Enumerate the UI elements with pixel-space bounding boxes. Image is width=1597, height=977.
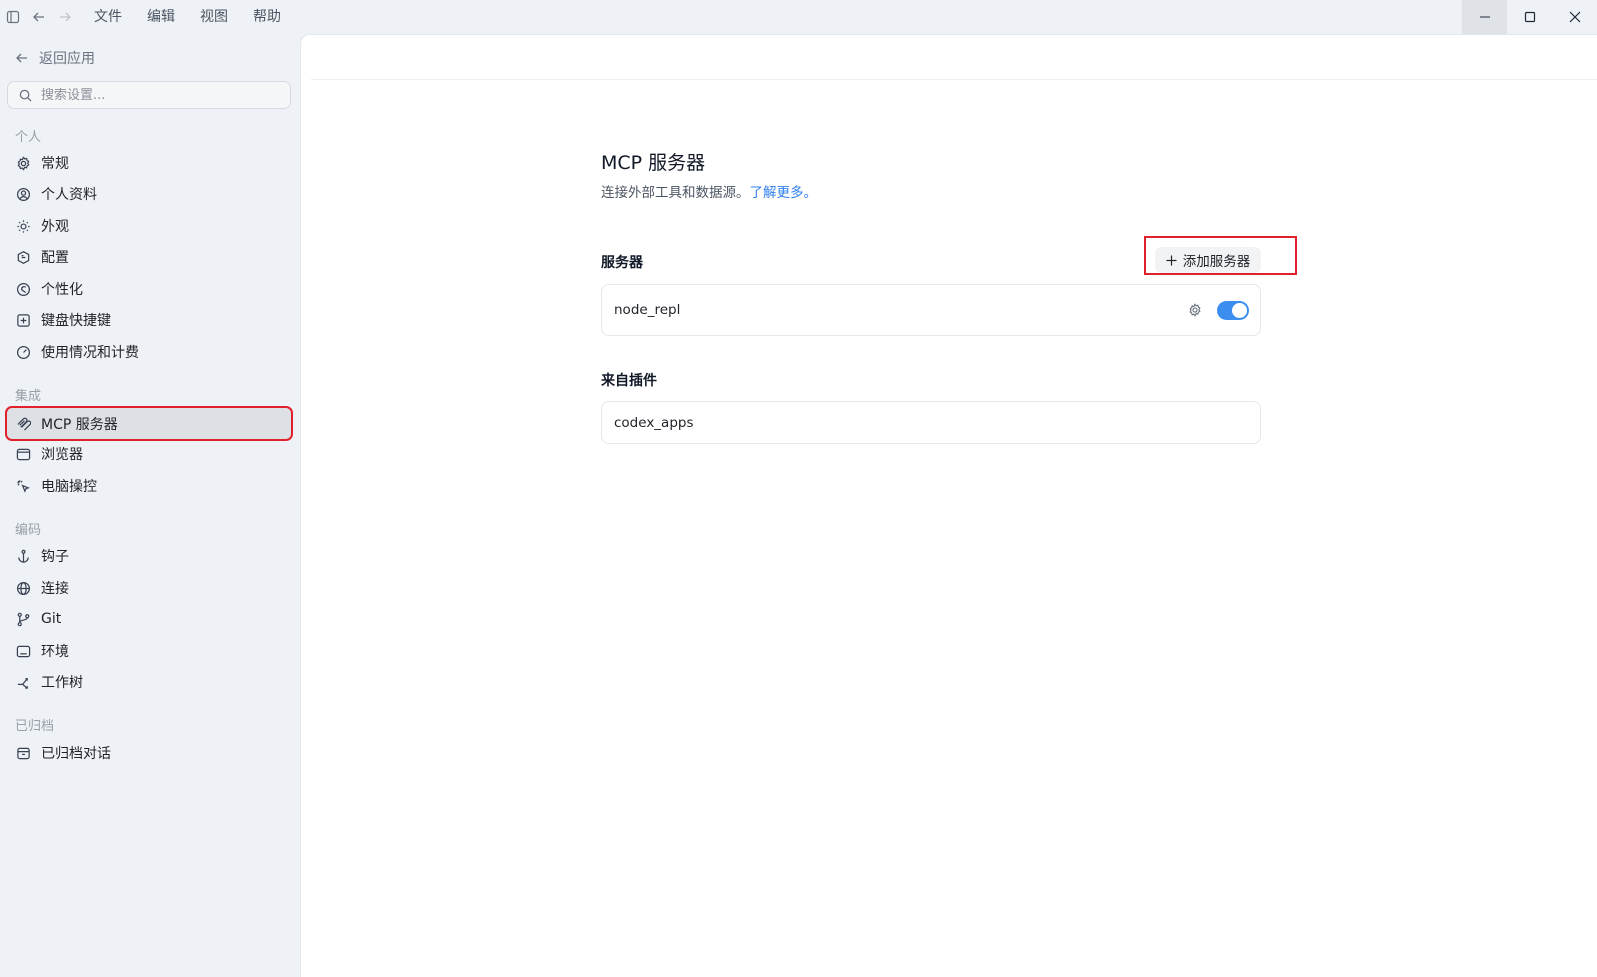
- gear-icon: [17, 155, 30, 171]
- sidebar-item-label: 连接: [41, 581, 69, 597]
- sidebar-item-config[interactable]: 配置: [7, 242, 297, 272]
- plugin-card-codex-apps[interactable]: codex_apps: [601, 401, 1261, 444]
- sidebar-item-label: 工作树: [41, 675, 83, 691]
- plugins-heading: 来自插件: [601, 373, 657, 389]
- menu-help[interactable]: 帮助: [253, 0, 281, 34]
- menu-edit[interactable]: 编辑: [147, 0, 175, 34]
- settings-sidebar: 返回应用 个人 常规 个人资料 外观 配置 个性化 键盘快捷键 使用情况和计费 …: [0, 34, 300, 977]
- sidebar-item-label: 外观: [41, 219, 69, 235]
- description-text: 连接外部工具和数据源。: [601, 185, 750, 201]
- close-button[interactable]: [1552, 0, 1597, 34]
- server-name: node_repl: [614, 302, 681, 318]
- gauge-icon: [16, 345, 31, 359]
- menu-file[interactable]: 文件: [94, 0, 122, 34]
- search-input[interactable]: [41, 87, 271, 103]
- sidebar-item-personalize[interactable]: 个性化: [7, 274, 297, 304]
- section-coding: 编码: [15, 523, 42, 538]
- section-archived: 已归档: [15, 719, 55, 734]
- sidebar-item-computer[interactable]: 电脑操控: [7, 471, 297, 501]
- section-personal: 个人: [15, 130, 42, 145]
- mcp-icon: [17, 417, 31, 431]
- sidebar-item-env[interactable]: 环境: [7, 636, 297, 666]
- sun-icon: [17, 219, 30, 233]
- arrow-left-icon: [16, 53, 27, 63]
- minimize-button[interactable]: [1462, 0, 1507, 34]
- sidebar-toggle-icon[interactable]: [0, 0, 26, 34]
- menu-view[interactable]: 视图: [200, 0, 228, 34]
- sidebar-item-profile[interactable]: 个人资料: [7, 179, 297, 209]
- git-branch-icon: [17, 612, 30, 626]
- add-server-button[interactable]: 添加服务器: [1155, 247, 1261, 273]
- server-settings-gear-icon[interactable]: [1188, 303, 1202, 317]
- sidebar-item-label: 已归档对话: [41, 746, 111, 762]
- sidebar-item-shortcuts[interactable]: 键盘快捷键: [7, 305, 297, 335]
- sidebar-item-label: 浏览器: [41, 447, 83, 463]
- sidebar-item-label: 常规: [41, 156, 69, 172]
- add-server-label: 添加服务器: [1182, 254, 1251, 270]
- sidebar-item-label: 个性化: [41, 282, 83, 298]
- cursor-sparkle-icon: [17, 479, 30, 493]
- sidebar-item-label: 使用情况和计费: [41, 345, 139, 361]
- settings-search[interactable]: [7, 81, 291, 109]
- servers-heading: 服务器: [601, 255, 643, 271]
- browser-icon: [16, 448, 31, 460]
- sidebar-item-label: 键盘快捷键: [41, 313, 111, 329]
- sidebar-item-label: Git: [41, 611, 62, 627]
- plugin-name: codex_apps: [614, 414, 694, 431]
- server-card-node-repl: node_repl: [601, 284, 1261, 336]
- menu-bar: 文件 编辑 视图 帮助: [94, 0, 306, 34]
- sidebar-item-label: MCP 服务器: [41, 416, 118, 433]
- sidebar-item-label: 环境: [41, 644, 69, 660]
- sidebar-item-browser[interactable]: 浏览器: [7, 439, 297, 469]
- archive-icon: [17, 747, 30, 759]
- back-to-app-link[interactable]: 返回应用: [15, 48, 95, 68]
- section-integration: 集成: [15, 389, 42, 404]
- anchor-icon: [18, 549, 29, 563]
- personalize-icon: [16, 282, 31, 296]
- sidebar-item-label: 配置: [41, 250, 69, 266]
- sidebar-item-hooks[interactable]: 钩子: [7, 541, 297, 571]
- worktree-icon: [17, 677, 28, 689]
- sidebar-item-archived-chats[interactable]: 已归档对话: [7, 738, 297, 768]
- sidebar-item-mcp[interactable]: MCP 服务器: [5, 406, 293, 441]
- config-icon: [17, 250, 30, 264]
- title-bar: 文件 编辑 视图 帮助: [0, 0, 1597, 34]
- sidebar-item-appearance[interactable]: 外观: [7, 211, 297, 241]
- settings-main-panel: MCP 服务器 连接外部工具和数据源。了解更多。 服务器 添加服务器 node_…: [300, 34, 1597, 977]
- page-description: 连接外部工具和数据源。了解更多。: [601, 181, 817, 201]
- page-title: MCP 服务器: [601, 152, 706, 174]
- learn-more-link[interactable]: 了解更多。: [750, 185, 818, 201]
- globe-icon: [16, 581, 31, 595]
- sidebar-item-general[interactable]: 常规: [7, 148, 297, 178]
- terminal-icon: [16, 645, 31, 657]
- plus-icon: [1166, 254, 1177, 266]
- header-divider: [311, 79, 1597, 80]
- sidebar-item-connect[interactable]: 连接: [7, 573, 297, 603]
- server-enabled-toggle[interactable]: [1217, 301, 1249, 320]
- maximize-button[interactable]: [1507, 0, 1552, 34]
- sidebar-item-label: 个人资料: [41, 187, 97, 203]
- window-controls: [1462, 0, 1597, 34]
- back-label: 返回应用: [39, 51, 95, 67]
- search-icon: [19, 89, 32, 102]
- forward-arrow-icon[interactable]: [52, 0, 78, 34]
- back-arrow-icon[interactable]: [26, 0, 52, 34]
- sidebar-item-git[interactable]: Git: [7, 604, 297, 634]
- sidebar-item-label: 钩子: [41, 549, 69, 565]
- user-circle-icon: [16, 187, 31, 201]
- sidebar-item-label: 电脑操控: [41, 479, 97, 495]
- keyboard-icon: [17, 313, 30, 327]
- sidebar-item-worktree[interactable]: 工作树: [7, 667, 297, 697]
- sidebar-item-usage[interactable]: 使用情况和计费: [7, 337, 297, 367]
